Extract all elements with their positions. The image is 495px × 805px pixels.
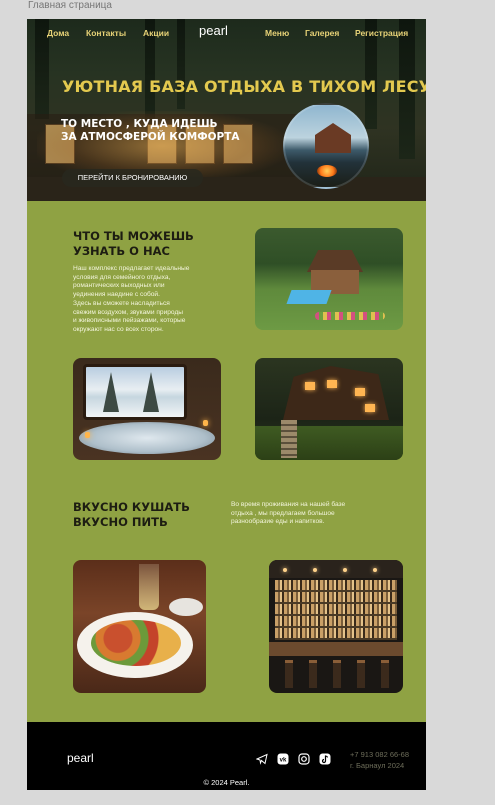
nav-link-home[interactable]: Дома [47, 28, 69, 38]
food-plate-photo [73, 560, 206, 693]
tiktok-icon[interactable] [319, 753, 331, 765]
hero-subtitle-line: ЗА АТМОСФЕРОЙ КОМФОРТА [61, 131, 240, 143]
about-text-line: Наш комплекс предлагает идеальные [73, 265, 190, 272]
bar-photo [269, 560, 403, 693]
about-text-line: уединения наедине с собой. [73, 291, 160, 299]
hero-subtitle-line: ТО МЕСТО , КУДА ИДЕШЬ [61, 118, 218, 130]
about-title-line: УЗНАТЬ О НАС [73, 244, 170, 258]
about-title-line: ЧТО ТЫ МОЖЕШЬ [73, 229, 194, 243]
about-text-line: романтических выходных или [73, 282, 165, 290]
about-text-line: условия для семейного отдыха, [73, 273, 171, 281]
food-title: ВКУСНО КУШАТЬ ВКУСНО ПИТЬ [73, 500, 190, 530]
about-text-line: окружают нас со всех сторон. [73, 325, 164, 333]
about-text: Наш комплекс предлагает идеальные услови… [73, 265, 223, 335]
vk-icon[interactable]: vk [277, 753, 289, 765]
hero-title: УЮТНАЯ БАЗА ОТДЫХА В ТИХОМ ЛЕСУ [62, 77, 426, 96]
header-logo[interactable]: pearl [199, 23, 228, 38]
about-text-line: Здесь вы сможете насладиться [73, 299, 170, 307]
nav-link-promotions[interactable]: Акции [143, 28, 169, 38]
hero-subtitle: ТО МЕСТО , КУДА ИДЕШЬ ЗА АТМОСФЕРОЙ КОМФ… [61, 118, 240, 144]
hero-section: Дома Контакты Акции pearl Меню Галерея Р… [27, 19, 426, 201]
food-text-line: разнообразие еды и напитков. [231, 518, 325, 526]
food-title-line: ВКУСНО ПИТЬ [73, 515, 168, 529]
footer-logo[interactable]: pearl [67, 751, 94, 765]
footer-city: г. Барнаул 2024 [350, 761, 405, 770]
booking-button[interactable]: ПЕРЕЙТИ К БРОНИРОВАНИЮ [62, 169, 203, 187]
food-title-line: ВКУСНО КУШАТЬ [73, 500, 190, 514]
copyright: © 2024 Pearl. [203, 778, 250, 787]
house-pool-photo [255, 228, 403, 330]
nav-link-gallery[interactable]: Галерея [305, 28, 339, 38]
circle-cabin-photo [283, 103, 369, 189]
food-text: Во время проживания на нашей базе отдыха… [231, 501, 401, 527]
telegram-icon[interactable] [255, 753, 268, 765]
jacuzzi-photo [73, 358, 221, 460]
about-text-line: и живописными пейзажами, которые [73, 317, 186, 325]
nav-link-menu[interactable]: Меню [265, 28, 289, 38]
instagram-icon[interactable] [298, 753, 310, 765]
food-text-line: Во время проживания на нашей базе [231, 501, 346, 508]
svg-text:vk: vk [280, 758, 287, 764]
footer-contacts: +7 913 082 66-68 г. Барнаул 2024 [350, 749, 409, 771]
nav-link-registration[interactable]: Регистрация [355, 28, 408, 38]
night-house-photo [255, 358, 403, 460]
footer-phone[interactable]: +7 913 082 66-68 [350, 749, 409, 760]
about-text-line: свежим воздухом, звуками природы [73, 308, 184, 316]
nav-link-contacts[interactable]: Контакты [86, 28, 126, 38]
about-title: ЧТО ТЫ МОЖЕШЬ УЗНАТЬ О НАС [73, 229, 194, 259]
landing-page: Дома Контакты Акции pearl Меню Галерея Р… [27, 19, 426, 790]
frame-label: Главная страница [28, 0, 112, 11]
footer: pearl vk +7 913 082 66-68 г. Барнаул 202… [27, 722, 426, 790]
